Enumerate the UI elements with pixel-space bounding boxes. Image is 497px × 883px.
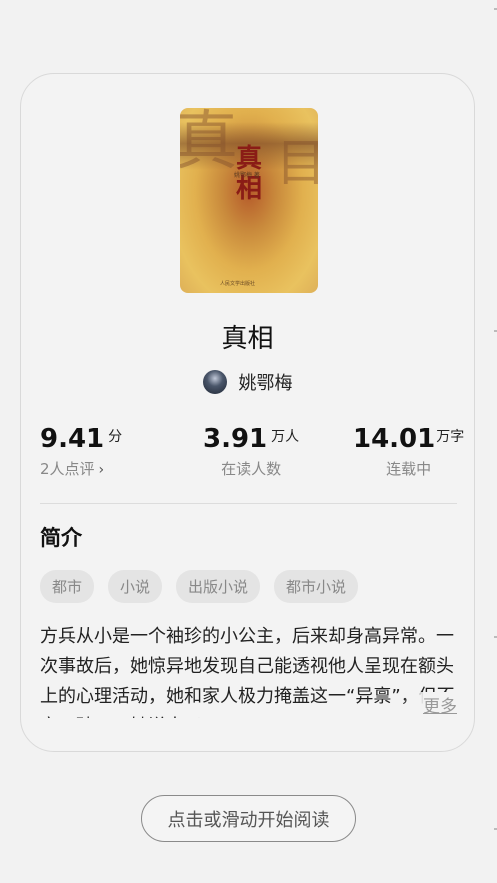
intro-heading: 简介 xyxy=(40,526,82,550)
length-stat: 14.01万字 连载中 xyxy=(353,424,464,479)
start-reading-button[interactable]: 点击或滑动开始阅读 xyxy=(141,795,356,842)
length-value: 14.01 xyxy=(353,424,436,454)
chevron-right-icon[interactable]: › xyxy=(99,462,105,478)
readers-label: 在读人数 xyxy=(221,460,282,478)
cover-ghost-glyph: 目 xyxy=(276,138,318,188)
author-avatar[interactable] xyxy=(202,370,227,394)
rating-value: 9.41 xyxy=(40,424,105,454)
tag-chip[interactable]: 出版小说 xyxy=(176,570,261,603)
tag-list: 都市 小说 出版小说 都市小说 xyxy=(40,570,359,603)
stats-row: 9.41 分 2人点评 › 3.91 万人 在读人数 14.01万字 连载中 xyxy=(21,424,474,494)
rating-unit: 分 xyxy=(108,429,123,445)
author-row[interactable]: 姚鄂梅 xyxy=(21,370,474,394)
readers-value: 3.91 xyxy=(203,424,268,454)
author-name[interactable]: 姚鄂梅 xyxy=(239,369,293,395)
tag-chip[interactable]: 都市 xyxy=(40,570,95,603)
cover-author: 姚鄂梅 著 xyxy=(234,172,260,179)
book-cover[interactable]: 真 目 真 相 姚鄂梅 著 人民文学出版社 xyxy=(180,108,318,293)
readers-stat: 3.91 万人 在读人数 xyxy=(203,424,299,479)
rating-count-label[interactable]: 2人点评 xyxy=(40,460,95,478)
cover-ghost-glyph: 真 xyxy=(180,108,238,179)
intro-text: 方兵从小是一个袖珍的小公主，后来却身高异常。一次事故后，她惊异地发现自己能透视他… xyxy=(40,626,455,718)
book-detail-card: 真 目 真 相 姚鄂梅 著 人民文学出版社 真相 姚鄂梅 9.41分 2人点评›… xyxy=(20,73,475,752)
readers-unit: 万人 xyxy=(271,429,300,445)
tag-chip[interactable]: 都市小说 xyxy=(274,570,359,603)
serial-status-label: 连载中 xyxy=(386,460,432,478)
length-unit: 万字 xyxy=(436,429,465,445)
divider xyxy=(40,503,457,504)
tag-chip[interactable]: 小说 xyxy=(108,570,163,603)
cover-publisher: 人民文学出版社 xyxy=(220,281,256,287)
more-link[interactable]: 更多 xyxy=(403,692,457,717)
rating-stat[interactable]: 9.41 分 2人点评 › xyxy=(40,424,122,479)
book-title: 真相 xyxy=(221,324,274,354)
